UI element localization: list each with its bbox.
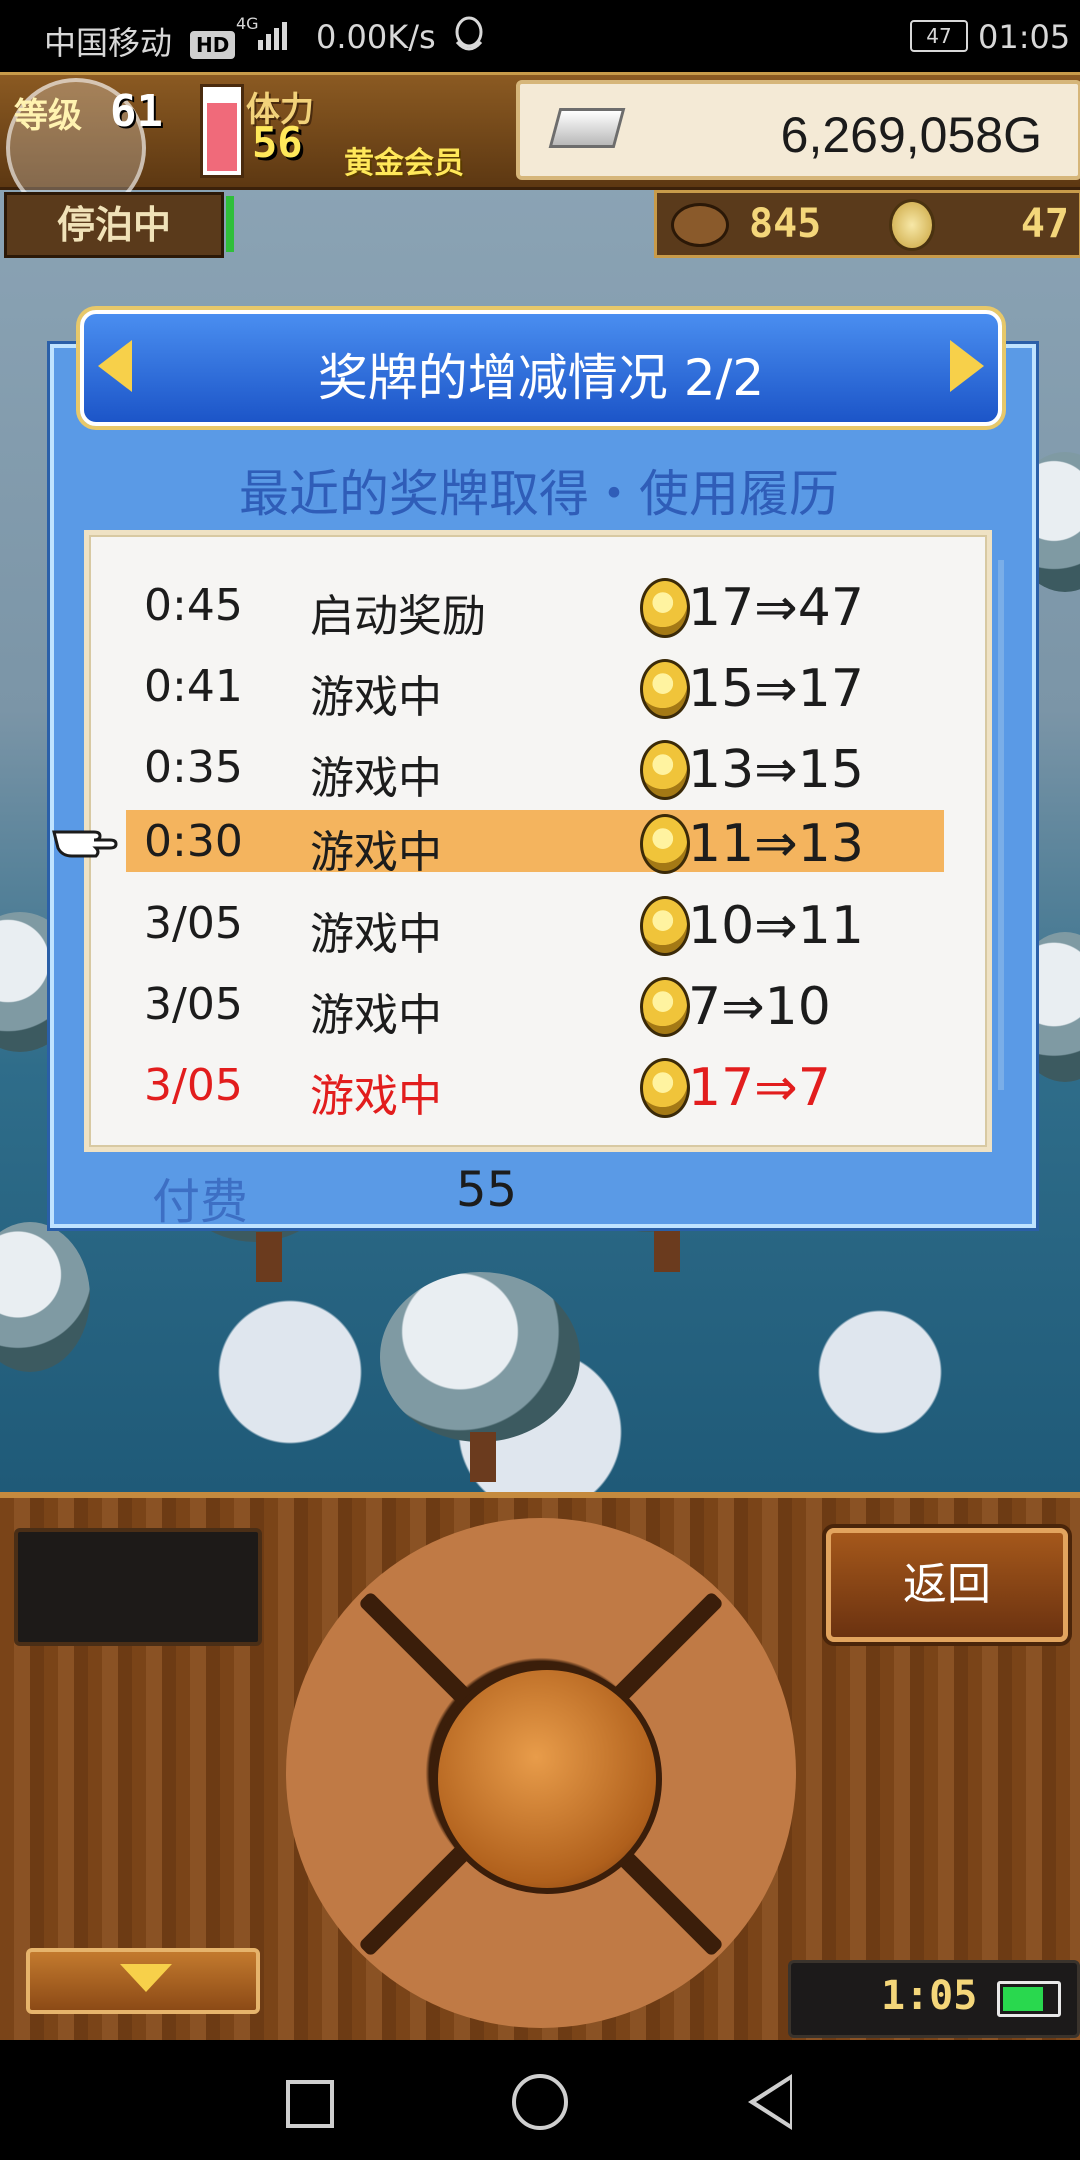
list-item[interactable]: 0:35 游戏中 13⇒15 — [126, 736, 946, 804]
level-label: 等级 — [14, 96, 82, 136]
snowy-tree — [0, 1222, 90, 1372]
list-item[interactable]: 3/05 游戏中 17⇒7 — [126, 1054, 946, 1122]
row-change: 15⇒17 — [688, 659, 864, 719]
row-change: 17⇒7 — [688, 1058, 831, 1118]
back-button[interactable]: 返回 — [826, 1528, 1068, 1642]
medal-icon — [640, 578, 690, 638]
scrollbar[interactable] — [998, 560, 1004, 1090]
row-desc: 启动奖励 — [310, 591, 486, 642]
gold-panel: 6,269,058G — [516, 80, 1080, 180]
medal-count: 47 — [1020, 201, 1069, 247]
row-time: 3/05 — [144, 898, 243, 949]
row-change: 11⇒13 — [688, 814, 864, 874]
row-desc: 游戏中 — [310, 909, 442, 960]
snowy-tree — [380, 1272, 580, 1442]
stamina-value: 56 — [252, 118, 303, 167]
back-nav-icon-inner — [756, 2080, 790, 2124]
medal-icon — [640, 740, 690, 800]
row-desc: 游戏中 — [310, 1071, 442, 1122]
next-page-icon[interactable] — [950, 340, 984, 392]
row-change: 17⇒47 — [688, 578, 864, 638]
row-time: 0:41 — [144, 661, 243, 712]
signal-icon — [256, 20, 290, 50]
dpad-divider — [357, 1590, 477, 1710]
row-change: 10⇒11 — [688, 896, 864, 956]
medal-icon — [640, 659, 690, 719]
list-item[interactable]: 3/05 游戏中 10⇒11 — [126, 892, 946, 960]
medal-icon — [640, 814, 690, 874]
medal-icon — [640, 896, 690, 956]
level-value: 61 — [110, 86, 163, 137]
hd-badge: HD — [190, 31, 236, 59]
row-time: 0:35 — [144, 742, 243, 793]
tree-trunk — [256, 1232, 282, 1282]
game-clock: 1:05 — [788, 1960, 1080, 2038]
dpad-divider — [357, 1838, 477, 1958]
dpad-divider — [605, 1590, 725, 1710]
docked-indicator — [226, 196, 234, 252]
game-clock-time: 1:05 — [881, 1973, 978, 2019]
dialog-header: 奖牌的增减情况 2/2 — [80, 310, 1002, 426]
dialog-subtitle: 最近的奖牌取得・使用履历 — [239, 465, 839, 523]
confirm-button[interactable] — [432, 1664, 662, 1894]
battery-status-icon: 47 — [910, 20, 968, 52]
dialog-title: 奖牌的增减情况 2/2 — [317, 349, 765, 407]
row-time: 0:30 — [144, 816, 243, 867]
notification-icon — [452, 16, 486, 62]
silver-bar-icon — [548, 108, 626, 148]
stamina-bar — [200, 84, 244, 178]
row-time: 3/05 — [144, 1060, 243, 1111]
medal-icon — [640, 977, 690, 1037]
network-speed: 0.00K/s — [316, 18, 436, 56]
row-desc: 游戏中 — [310, 827, 442, 878]
chevron-down-icon — [120, 1964, 172, 1992]
fee-value: 55 — [456, 1162, 518, 1218]
battery-fill — [1003, 1987, 1043, 2011]
stamina-fill — [207, 103, 237, 171]
fee-label: 付费 — [152, 1174, 249, 1230]
fish-icon — [671, 203, 729, 247]
list-item-selected[interactable]: 0:30 游戏中 11⇒13 — [126, 810, 946, 878]
row-change: 7⇒10 — [688, 977, 831, 1037]
row-time: 3/05 — [144, 979, 243, 1030]
row-desc: 游戏中 — [310, 753, 442, 804]
row-change: 13⇒15 — [688, 740, 864, 800]
recent-apps-icon[interactable] — [286, 2080, 334, 2128]
list-item[interactable]: 0:45 启动奖励 17⇒47 — [126, 574, 946, 642]
vip-badge: 黄金会员 — [344, 146, 464, 181]
menu-toggle-button[interactable] — [26, 1948, 260, 2014]
clock: 01:05 — [978, 18, 1071, 56]
list-item[interactable]: 3/05 游戏中 7⇒10 — [126, 973, 946, 1041]
mini-screen — [14, 1528, 262, 1646]
docked-status: 停泊中 — [4, 192, 224, 258]
medal-icon — [640, 1058, 690, 1118]
row-desc: 游戏中 — [310, 672, 442, 723]
list-item[interactable]: 0:41 游戏中 15⇒17 — [126, 655, 946, 723]
docked-label: 停泊中 — [56, 203, 171, 247]
fish-count: 845 — [749, 201, 822, 247]
battery-icon — [997, 1981, 1061, 2017]
home-icon[interactable] — [512, 2074, 568, 2130]
medal-icon — [889, 199, 935, 251]
gold-amount: 6,269,058G — [780, 107, 1042, 163]
system-nav-bar — [0, 2040, 1080, 2160]
row-desc: 游戏中 — [310, 990, 442, 1041]
resource-panel: 845 47 — [654, 190, 1080, 258]
status-bar: 中国移动 HD 4G 0.00K/s 47 01:05 — [0, 0, 1080, 72]
tree-trunk — [654, 1222, 680, 1272]
row-time: 0:45 — [144, 580, 243, 631]
carrier-label: 中国移动 — [44, 24, 173, 62]
tree-trunk — [470, 1432, 496, 1482]
pointing-hand-icon — [50, 818, 122, 862]
